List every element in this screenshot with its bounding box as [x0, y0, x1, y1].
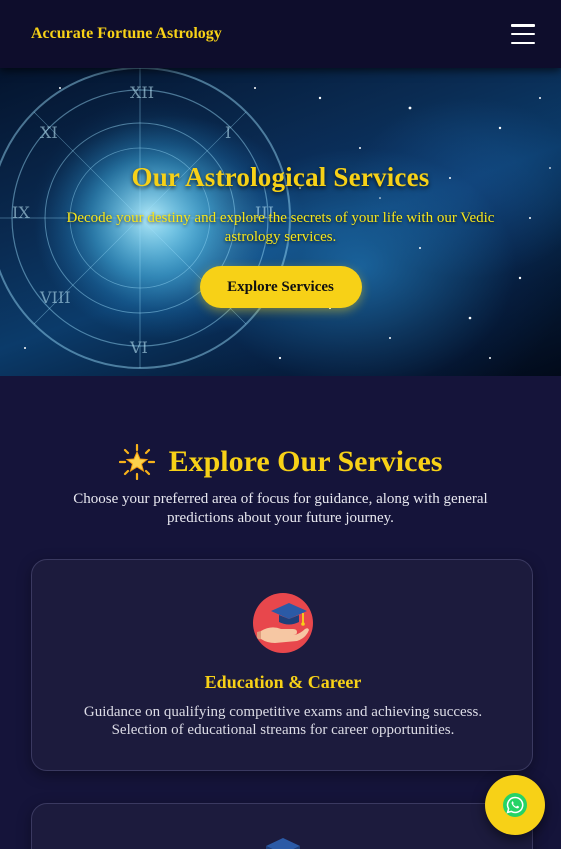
hero-banner: XII I III IV VI VIII IX XI Our Astrologi…: [0, 68, 561, 376]
site-header: Accurate Fortune Astrology: [0, 0, 561, 68]
hero-content: Our Astrological Services Decode your de…: [0, 68, 561, 376]
hero-subtitle: Decode your destiny and explore the secr…: [66, 210, 495, 245]
services-title: Explore Our Services: [168, 445, 443, 478]
explore-services-button[interactable]: Explore Services: [199, 266, 362, 308]
glowing-star-icon: [118, 444, 155, 480]
services-heading: Explore Our Services: [0, 444, 561, 480]
hero-title: Our Astrological Services: [131, 162, 430, 192]
whatsapp-icon: [503, 793, 527, 817]
card-title: Education & Career: [204, 672, 362, 692]
service-card-education-career[interactable]: Education & Career Guidance on qualifyin…: [31, 559, 533, 771]
graduation-cap-hand-icon: [253, 593, 313, 653]
brand-logo-text[interactable]: Accurate Fortune Astrology: [31, 25, 222, 43]
card-description: Guidance on qualifying competitive exams…: [83, 704, 483, 738]
hamburger-menu-icon[interactable]: [511, 24, 535, 44]
service-card-2[interactable]: [31, 803, 533, 849]
services-subtitle: Choose your preferred area of focus for …: [73, 491, 488, 526]
whatsapp-button[interactable]: [485, 775, 545, 835]
graduation-cap-icon: [266, 838, 300, 849]
